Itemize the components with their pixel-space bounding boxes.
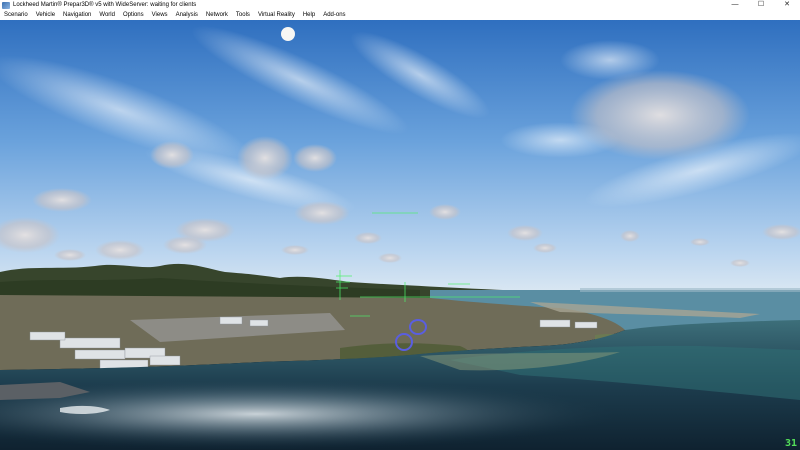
app-icon	[2, 1, 10, 9]
window-controls: — ☐ ✕	[722, 0, 800, 10]
sim-viewport[interactable]: 31	[0, 20, 800, 450]
scenery-scene	[0, 20, 800, 450]
maximize-button[interactable]: ☐	[748, 0, 774, 10]
menu-options[interactable]: Options	[119, 12, 148, 18]
menu-world[interactable]: World	[95, 12, 119, 18]
menu-navigation[interactable]: Navigation	[59, 12, 95, 18]
menu-virtual-reality[interactable]: Virtual Reality	[254, 12, 299, 18]
menu-bar: Scenario Vehicle Navigation World Option…	[0, 10, 800, 20]
menu-vehicle[interactable]: Vehicle	[32, 12, 59, 18]
sun-glare	[0, 370, 800, 450]
menu-help[interactable]: Help	[299, 12, 319, 18]
sun-icon	[281, 27, 295, 41]
menu-tools[interactable]: Tools	[232, 12, 254, 18]
menu-network[interactable]: Network	[202, 12, 232, 18]
title-bar: Lockheed Martin® Prepar3D® v5 with WideS…	[0, 0, 800, 10]
menu-add-ons[interactable]: Add-ons	[319, 12, 349, 18]
menu-analysis[interactable]: Analysis	[172, 12, 202, 18]
close-button[interactable]: ✕	[774, 0, 800, 10]
menu-scenario[interactable]: Scenario	[0, 12, 32, 18]
minimize-button[interactable]: —	[722, 0, 748, 10]
window-title: Lockheed Martin® Prepar3D® v5 with WideS…	[13, 2, 197, 8]
frame-rate-counter: 31	[784, 438, 797, 449]
menu-views[interactable]: Views	[148, 12, 172, 18]
